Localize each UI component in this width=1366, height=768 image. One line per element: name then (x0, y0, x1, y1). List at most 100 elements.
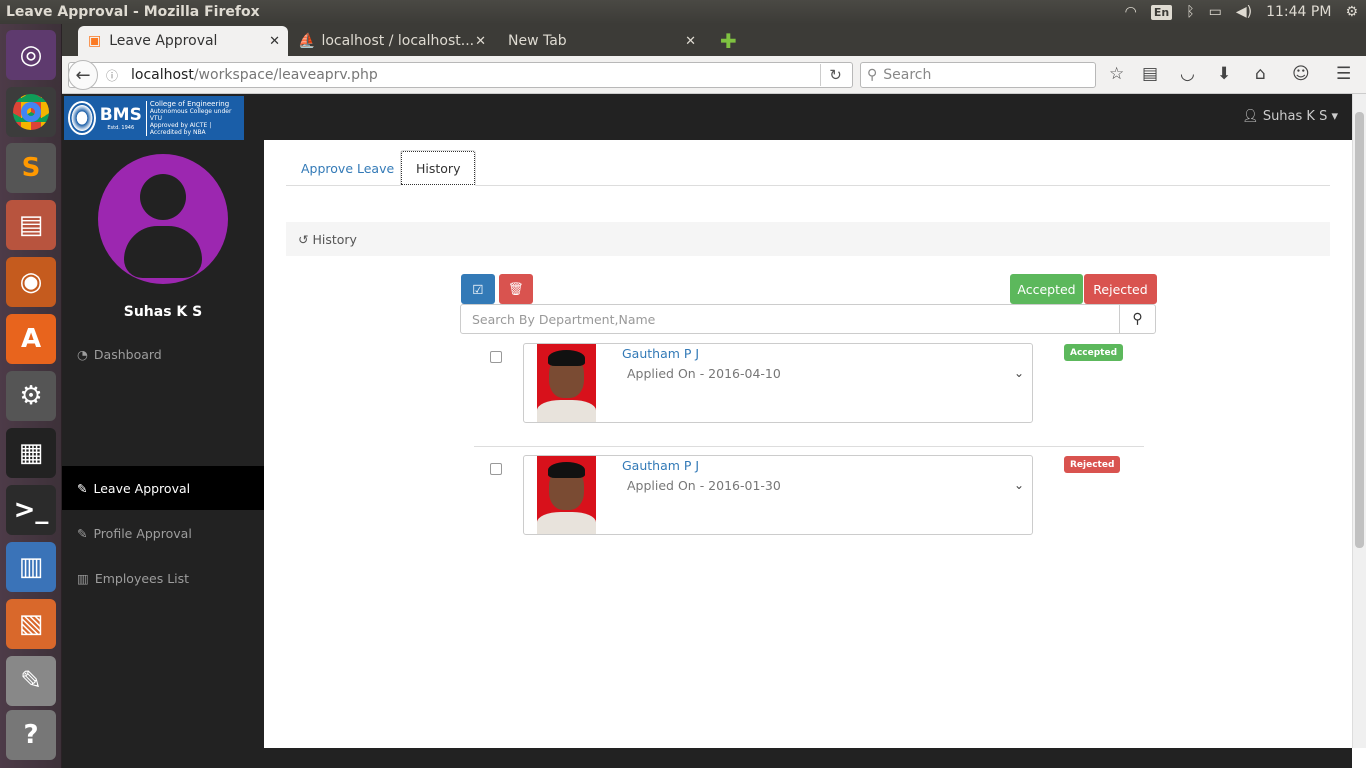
scrollbar-thumb[interactable] (1355, 112, 1364, 548)
history-icon: ↺ (298, 231, 309, 247)
profile-avatar (98, 154, 228, 284)
app-navbar: BMS Estd. 1946 College of Engineering Au… (62, 94, 1352, 140)
filter-rejected-button[interactable]: Rejected (1084, 274, 1157, 304)
applied-on-date: Applied On - 2016-01-30 (627, 478, 781, 493)
close-tab-icon[interactable]: ✕ (685, 34, 696, 49)
libreoffice-impress-icon[interactable]: ▧ (6, 599, 56, 649)
record-card[interactable]: Gautham P J Applied On - 2016-01-30 ⌄ (523, 455, 1033, 535)
ubuntu-dash-icon[interactable]: ◎ (6, 30, 56, 80)
user-menu-label: Suhas K S (1262, 109, 1328, 124)
software-center-icon[interactable]: A (6, 314, 56, 364)
browser-tab-leave-approval[interactable]: ▣ Leave Approval ✕ (78, 26, 288, 56)
reload-icon[interactable]: ↻ (820, 64, 850, 86)
record-checkbox[interactable] (490, 463, 502, 475)
browser-tab-new-tab[interactable]: New Tab ✕ (498, 26, 704, 56)
chevron-down-icon[interactable]: ⌄ (1014, 366, 1024, 380)
bms-logo[interactable]: BMS Estd. 1946 College of Engineering Au… (64, 96, 244, 140)
employee-photo (537, 456, 596, 534)
page-scrollbar[interactable] (1352, 94, 1366, 748)
tab-history[interactable]: History (400, 150, 477, 186)
sidebar-item-dashboard[interactable]: ◔ Dashboard (62, 332, 264, 376)
trash-icon: 🗑︎ (508, 281, 524, 296)
user-icon: 👤︎ (1242, 109, 1263, 124)
search-placeholder: Search By Department,Name (472, 311, 656, 327)
page-tabs: Approve Leave History (286, 150, 1330, 186)
search-button[interactable]: ⚲ (1119, 304, 1156, 334)
sidebar-item-leave-approval[interactable]: ✎ Leave Approval (62, 466, 264, 510)
os-top-bar: Leave Approval - Mozilla Firefox ◠ En ᛒ … (0, 0, 1366, 24)
url-bar[interactable]: localhost/workspace/leaveaprv.php (68, 62, 853, 88)
filter-accepted-button[interactable]: Accepted (1010, 274, 1083, 304)
reading-list-icon[interactable]: ▤ (1142, 64, 1158, 84)
battery-icon[interactable]: ▭ (1209, 4, 1222, 20)
window-title: Leave Approval - Mozilla Firefox (6, 4, 260, 20)
files-icon[interactable]: ▤ (6, 200, 56, 250)
check-square-icon: ☑ (472, 281, 484, 297)
libreoffice-writer-icon[interactable]: ▥ (6, 542, 56, 592)
record-checkbox[interactable] (490, 351, 502, 363)
tab-approve-leave[interactable]: Approve Leave (286, 150, 409, 186)
sidebar-item-label: Employees List (94, 570, 190, 586)
close-tab-icon[interactable]: ✕ (269, 34, 280, 49)
workspace-switcher-icon[interactable]: ▦ (6, 428, 56, 478)
college-seal-icon (68, 101, 96, 135)
status-badge: Rejected (1064, 456, 1121, 473)
user-menu[interactable]: 👤︎ Suhas K S ▾ (1242, 109, 1338, 124)
system-tray: ◠ En ᛒ ▭ ◀) 11:44 PM ⚙ (1125, 0, 1358, 24)
url-path: /workspace/leaveaprv.php (193, 67, 378, 83)
new-tab-plus-icon[interactable]: ✚ (710, 26, 747, 56)
chevron-down-icon[interactable]: ⌄ (1014, 478, 1024, 492)
chrome-icon[interactable] (6, 87, 56, 137)
download-icon[interactable]: ⬇ (1217, 64, 1231, 84)
record-card[interactable]: Gautham P J Applied On - 2016-04-10 ⌄ (523, 343, 1033, 423)
home-icon[interactable]: ⌂ (1255, 64, 1266, 84)
tab-label: localhost / localhost... (321, 33, 475, 49)
close-tab-icon[interactable]: ✕ (475, 34, 486, 49)
system-settings-icon[interactable]: ⚙ (6, 371, 56, 421)
web-page: BMS Estd. 1946 College of Engineering Au… (62, 94, 1366, 768)
search-input[interactable]: Search By Department,Name (460, 304, 1120, 334)
firefox-icon[interactable]: ◉ (6, 257, 56, 307)
status-badge: Accepted (1064, 344, 1124, 361)
bluetooth-icon[interactable]: ᛒ (1186, 4, 1194, 20)
tab-label: New Tab (508, 33, 567, 49)
help-icon[interactable]: ? (6, 710, 56, 760)
logo-estd: Estd. 1946 (107, 125, 135, 131)
xampp-icon: ▣ (88, 33, 102, 49)
chat-icon[interactable]: ☺ (1292, 64, 1310, 84)
hamburger-menu-icon[interactable]: ☰ (1336, 64, 1351, 84)
browser-tab-phpmyadmin[interactable]: ⛵ localhost / localhost... ✕ (288, 26, 494, 56)
text-editor-icon[interactable]: ✎ (6, 656, 56, 706)
employee-name[interactable]: Gautham P J (622, 346, 699, 361)
bookmark-star-icon[interactable]: ☆ (1109, 64, 1124, 84)
pocket-icon[interactable]: ◡ (1180, 64, 1195, 84)
phpmyadmin-icon: ⛵ (298, 33, 316, 49)
employee-photo (537, 344, 596, 422)
record-divider (474, 446, 1144, 447)
dashboard-icon: ◔ (77, 346, 88, 362)
sublime-text-icon[interactable]: S (6, 143, 56, 193)
clock[interactable]: 11:44 PM (1266, 4, 1331, 20)
history-heading-label: History (312, 231, 357, 247)
sidebar-item-profile-approval[interactable]: ✎ Profile Approval (62, 511, 264, 555)
select-all-button[interactable]: ☑ (461, 274, 495, 304)
browser-search-input[interactable]: ⚲ Search (860, 62, 1096, 88)
search-icon: ⚲ (867, 67, 878, 83)
tab-label: Leave Approval (109, 33, 218, 49)
info-icon[interactable]: ⓘ (106, 67, 118, 84)
sidebar-item-employees-list[interactable]: ▥ Employees List (62, 556, 264, 600)
browser-nav-bar: localhost/workspace/leaveaprv.php ← ⓘ ↻ … (62, 56, 1366, 94)
bar-chart-icon: ▥ (77, 570, 89, 586)
logo-line1: College of Engineering (149, 99, 230, 108)
volume-icon[interactable]: ◀) (1236, 4, 1252, 20)
employee-name[interactable]: Gautham P J (622, 458, 699, 473)
settings-gear-icon[interactable]: ⚙ (1345, 4, 1358, 20)
wifi-icon[interactable]: ◠ (1125, 4, 1137, 20)
keyboard-layout[interactable]: En (1150, 4, 1173, 20)
back-arrow-icon[interactable]: ← (68, 60, 98, 90)
browser-tab-bar: ▣ Leave Approval ✕ ⛵ localhost / localho… (62, 24, 1366, 56)
sidebar-item-label: Profile Approval (93, 525, 192, 541)
logo-name: BMS (99, 105, 142, 125)
delete-button[interactable]: 🗑︎ (499, 274, 533, 304)
terminal-icon[interactable]: >_ (6, 485, 56, 535)
